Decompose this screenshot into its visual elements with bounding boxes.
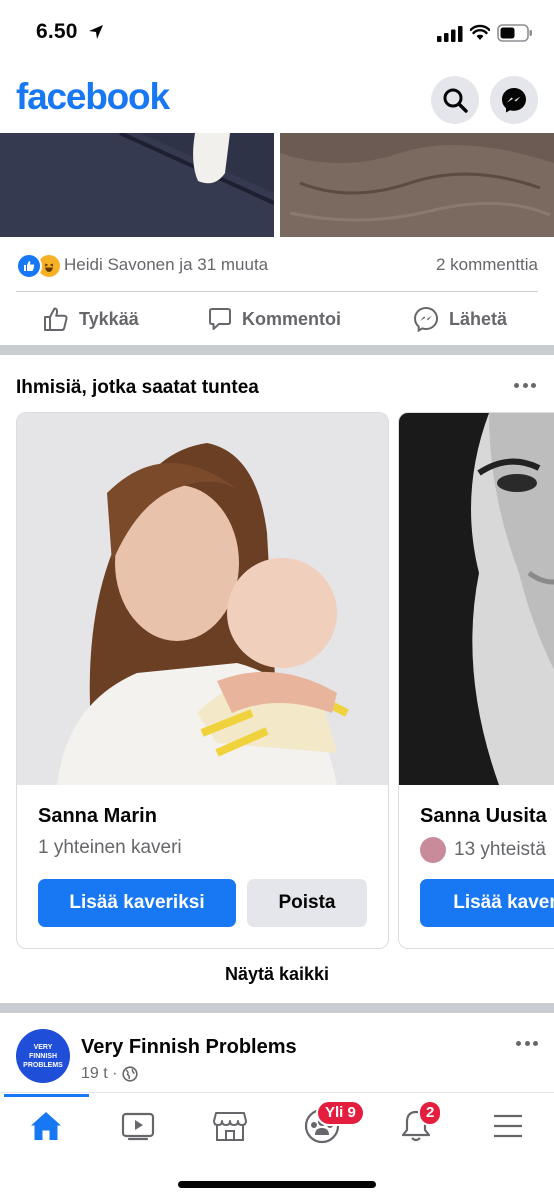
status-time: 6.50 [36, 20, 78, 43]
mutual-friends: 1 yhteinen kaveri [38, 837, 182, 858]
like-button[interactable]: Tykkää [43, 304, 139, 334]
watch-icon [121, 1112, 155, 1141]
add-friend-button[interactable]: Lisää kaver [420, 879, 554, 927]
mutual-friends: 13 yhteistä [454, 839, 546, 860]
pymk-title: Ihmisiä, jotka saatat tuntea [16, 377, 259, 398]
post-photo-right-image [280, 133, 554, 237]
comment-label: Kommentoi [242, 308, 341, 329]
tab-watch[interactable] [118, 1106, 158, 1146]
thumbs-up-icon [44, 307, 68, 331]
mutual-friend-avatar [420, 837, 446, 863]
comment-icon [209, 308, 231, 330]
home-indicator[interactable] [178, 1181, 376, 1188]
menu-icon [494, 1114, 522, 1138]
post-photo-left[interactable] [0, 133, 274, 237]
home-icon [31, 1112, 61, 1140]
reaction-icons[interactable] [16, 253, 62, 279]
like-label: Tykkää [79, 308, 139, 329]
reactors-text[interactable]: Heidi Savonen ja 31 muuta [64, 255, 268, 275]
feed-separator [0, 345, 554, 355]
messenger-button[interactable] [490, 76, 538, 124]
search-button[interactable] [431, 76, 479, 124]
comments-count[interactable]: 2 kommenttia [436, 255, 538, 275]
pymk-card[interactable]: Sanna Uusita 13 yhteistä Lisää kaver [398, 412, 554, 949]
messenger-send-icon [413, 306, 439, 332]
post-photo-right[interactable] [280, 133, 554, 237]
battery-icon [497, 24, 532, 42]
tab-home[interactable] [26, 1106, 66, 1146]
comment-button[interactable]: Kommentoi [208, 304, 341, 334]
post-time: 19 t · [81, 1065, 118, 1082]
page-name[interactable]: Very Finnish Problems [81, 1036, 297, 1059]
feed-separator [0, 1003, 554, 1013]
divider [16, 291, 538, 292]
search-icon [443, 88, 468, 113]
wifi-icon [470, 24, 490, 40]
facebook-logo[interactable]: facebook [16, 76, 170, 118]
mutual-friends-row: 13 yhteistä [420, 837, 546, 863]
see-all-link[interactable]: Näytä kaikki [0, 964, 554, 985]
more-options-icon[interactable] [516, 1040, 538, 1046]
page-avatar[interactable]: VERY FINNISH PROBLEMS [16, 1029, 70, 1083]
notifications-badge: 2 [418, 1100, 443, 1126]
like-reaction-icon [16, 253, 42, 279]
suggested-name[interactable]: Sanna Marin [38, 805, 157, 828]
send-button[interactable]: Lähetä [413, 304, 507, 334]
add-friend-button[interactable]: Lisää kaveriksi [38, 879, 236, 927]
post-time-row[interactable]: 19 t · [81, 1065, 139, 1083]
post-photo-left-image [0, 133, 274, 237]
groups-badge: Yli 9 [316, 1100, 365, 1126]
location-arrow-icon [89, 25, 103, 39]
tab-menu[interactable] [488, 1106, 528, 1146]
globe-icon [122, 1066, 139, 1082]
tab-marketplace[interactable] [210, 1106, 250, 1146]
profile-photo-sanna-uusita[interactable] [399, 413, 554, 785]
messenger-icon [502, 88, 526, 113]
page-avatar-text: VERY FINNISH PROBLEMS [23, 1043, 63, 1069]
remove-button[interactable]: Poista [247, 879, 367, 927]
marketplace-icon [213, 1112, 247, 1141]
cellular-signal-icon [437, 26, 463, 42]
send-label: Lähetä [449, 308, 508, 329]
suggested-name[interactable]: Sanna Uusita [420, 805, 547, 828]
profile-photo-sanna-marin[interactable] [17, 413, 388, 785]
pymk-card[interactable]: Sanna Marin 1 yhteinen kaveri Lisää kave… [16, 412, 389, 949]
more-options-icon[interactable] [514, 382, 536, 388]
active-tab-indicator [4, 1094, 89, 1097]
